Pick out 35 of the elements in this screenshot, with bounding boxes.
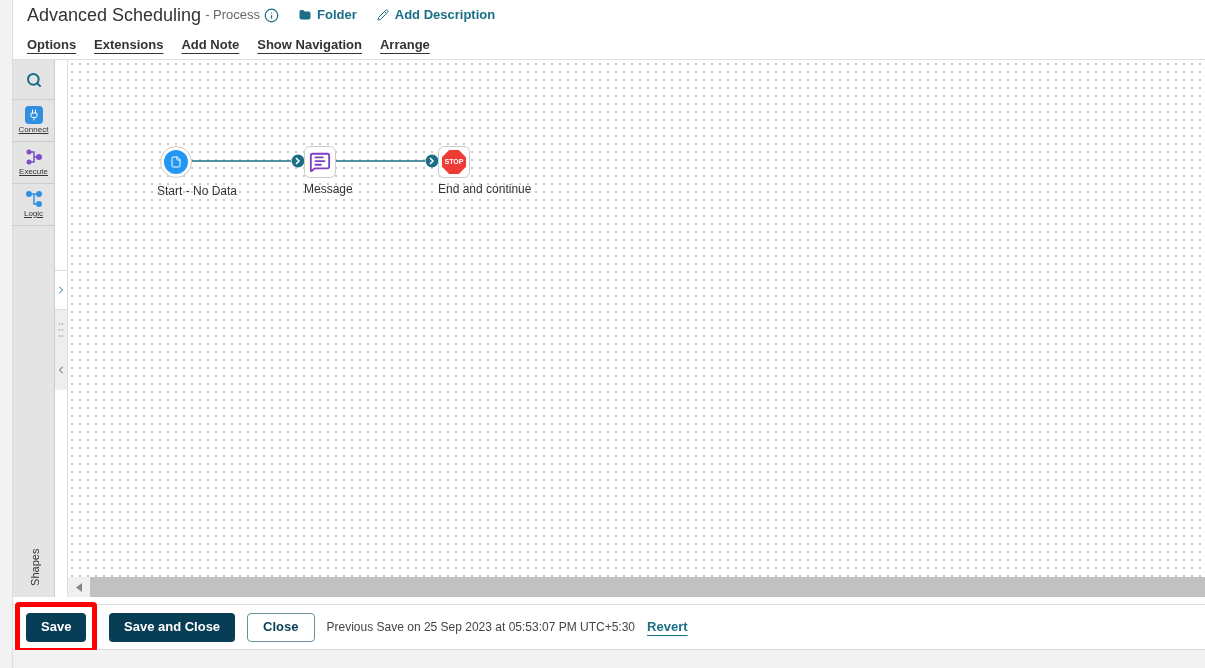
folder-link[interactable]: Folder bbox=[299, 5, 357, 25]
node-label: End and continue bbox=[438, 181, 532, 198]
menu-link[interactable]: Add Note bbox=[181, 34, 240, 55]
process-type: - Process bbox=[205, 6, 261, 25]
node-label: Start - No Data bbox=[157, 183, 238, 200]
menu-link[interactable]: Extensions bbox=[94, 34, 164, 55]
revert-link[interactable]: Revert bbox=[647, 617, 688, 637]
info-icon[interactable] bbox=[264, 7, 280, 23]
close-button[interactable]: Close bbox=[247, 612, 315, 642]
node-label: Message bbox=[304, 181, 353, 198]
palette-item[interactable]: Execute bbox=[13, 142, 54, 184]
start-node[interactable] bbox=[160, 146, 192, 178]
save-status: Previous Save on 25 Sep 2023 at 05:53:07 PM UTC+5:30 bbox=[326, 619, 636, 636]
flow-nodes-icon bbox=[24, 147, 43, 166]
scroll-left-icon[interactable] bbox=[76, 582, 82, 592]
horizontal-scrollbar[interactable] bbox=[68, 577, 1205, 597]
menu-link[interactable]: Options bbox=[27, 34, 77, 55]
pencil-icon bbox=[376, 9, 389, 21]
branch-icon bbox=[24, 189, 43, 208]
process-title: Advanced Scheduling bbox=[27, 3, 202, 27]
save-button[interactable]: Save bbox=[26, 612, 86, 642]
save-button[interactable]: Save and Close bbox=[109, 612, 236, 642]
palette-item[interactable]: Connect bbox=[13, 100, 54, 142]
folder-icon bbox=[299, 9, 312, 21]
message-node[interactable] bbox=[304, 146, 336, 178]
plug-icon bbox=[24, 105, 43, 124]
search-icon[interactable] bbox=[25, 71, 42, 88]
palette-item[interactable]: Logic bbox=[13, 184, 54, 226]
menu-link[interactable]: Arrange bbox=[380, 34, 430, 55]
shapes-label: Shapes bbox=[28, 548, 43, 586]
document-icon bbox=[170, 156, 182, 168]
add-description-link[interactable]: Add Description bbox=[376, 5, 496, 25]
splitter-handle[interactable] bbox=[55, 310, 67, 350]
menu-link[interactable]: Show Navigation bbox=[257, 34, 362, 55]
grip-dots-icon bbox=[58, 321, 64, 339]
